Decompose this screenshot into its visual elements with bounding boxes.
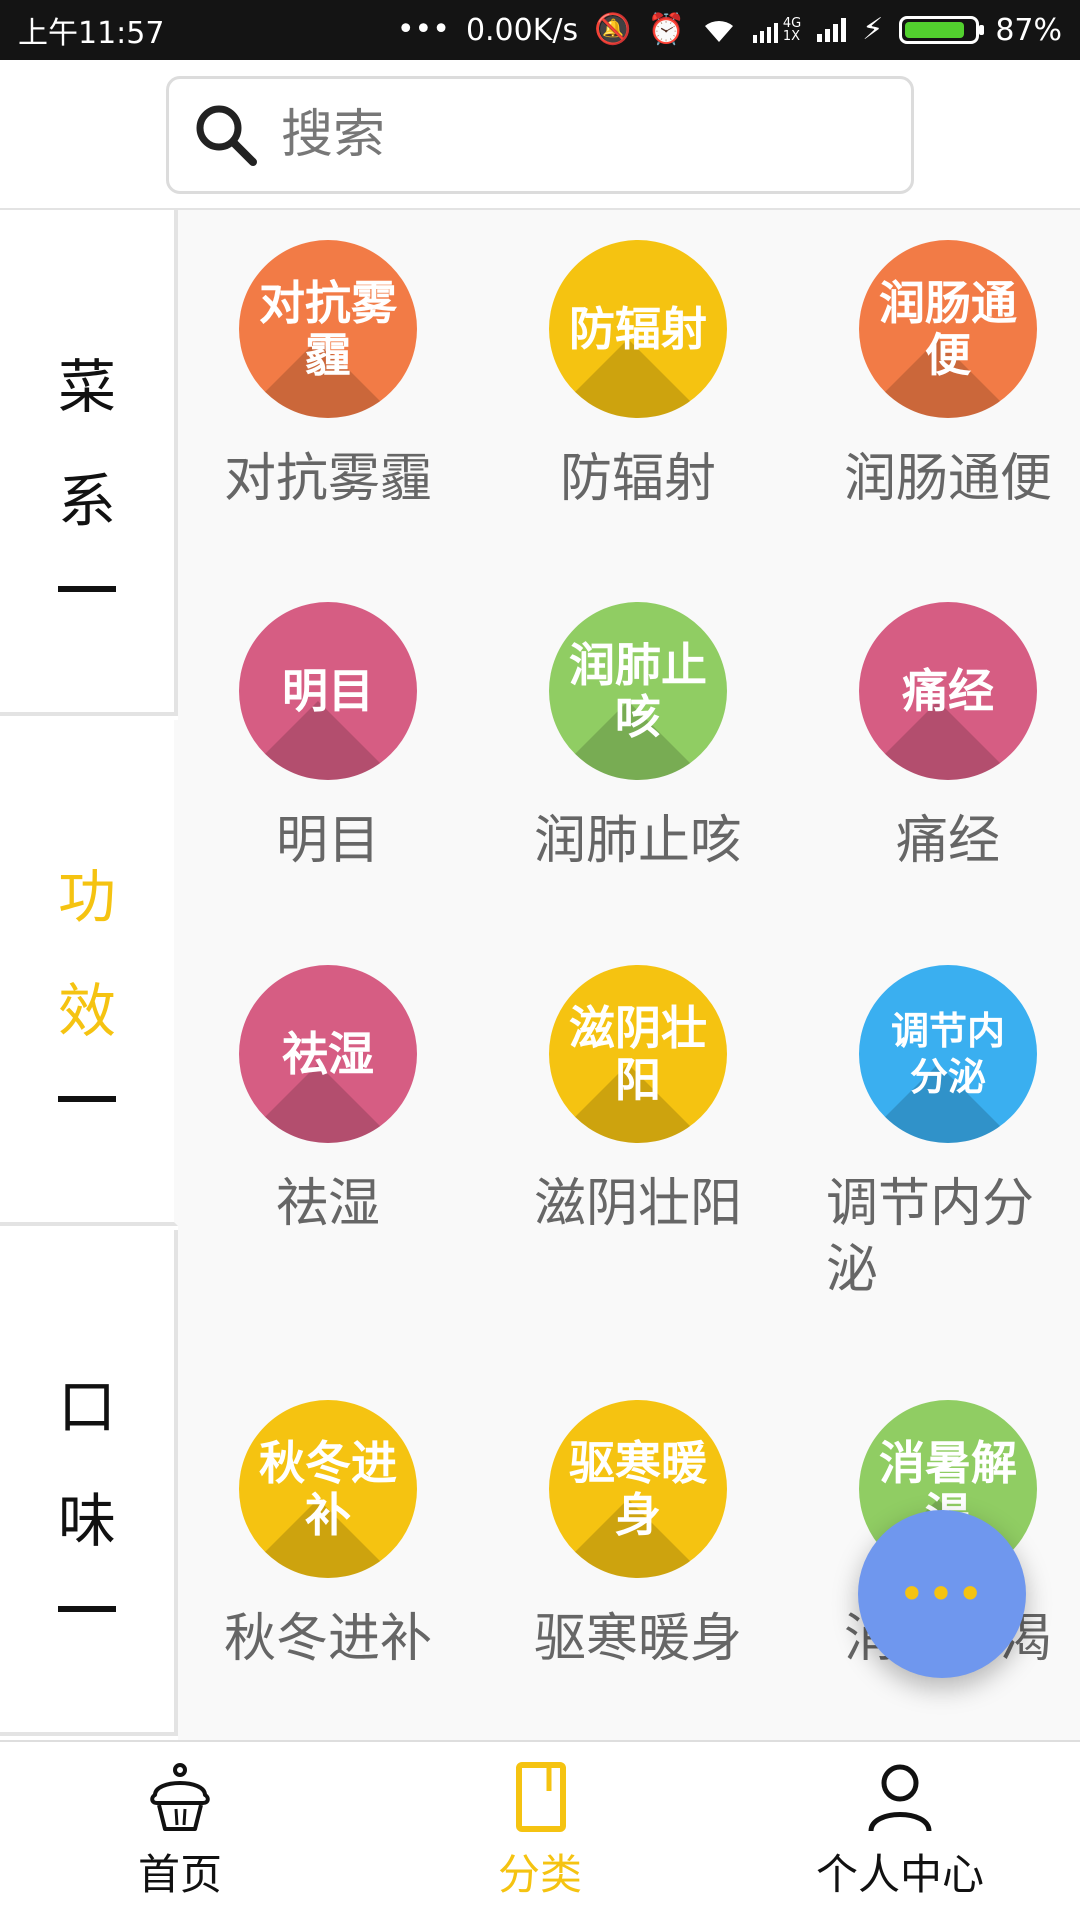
category-badge: 润肠通便 (859, 240, 1037, 418)
search-input[interactable] (279, 104, 843, 166)
nav-label: 个人中心 (815, 1849, 984, 1899)
sidebar-tab-efficacy[interactable]: 功 效 (0, 720, 178, 1226)
category-label: 润肠通便 (843, 449, 1052, 509)
badge-text: 祛湿 (282, 1027, 374, 1081)
grid-item[interactable]: 润肺止咳 润肺止咳 (488, 602, 788, 874)
badge-text: 滋阴壮阳 (569, 1001, 707, 1107)
category-badge: 滋阴壮阳 (549, 965, 727, 1143)
grid-item[interactable]: 祛湿 祛湿 (178, 965, 478, 1237)
category-badge: 防辐射 (549, 240, 727, 418)
grid-item[interactable]: 驱寒暖身 驱寒暖身 (488, 1400, 788, 1672)
category-badge: 秋冬进补 (239, 1400, 417, 1578)
status-bar: 上午11:57 ••• 0.00K/s 🔕 ⏰ 4G 1X ⚡ 87% (0, 0, 1080, 60)
badge-text: 明目 (282, 664, 374, 718)
signal-bars-icon (817, 18, 847, 42)
category-label: 对抗雾霾 (223, 449, 432, 509)
category-sidebar: 菜 系 功 效 口 味 (0, 210, 178, 1740)
category-badge: 对抗雾霾 (239, 240, 417, 418)
sidebar-tab-char: 味 (57, 1487, 116, 1555)
search-header (0, 60, 1080, 210)
sidebar-tab-char: 功 (57, 863, 116, 931)
battery-percent: 87% (995, 12, 1062, 48)
category-label: 明目 (275, 811, 380, 871)
category-label: 调节内分泌 (826, 1174, 1035, 1300)
category-label: 防辐射 (559, 449, 716, 509)
search-box[interactable] (166, 76, 914, 194)
more-fab-button[interactable]: ••• (858, 1510, 1026, 1678)
book-icon (516, 1761, 566, 1832)
grid-item[interactable]: 调节内分泌 调节内分泌 (798, 965, 1080, 1303)
user-icon (868, 1764, 932, 1832)
badge-text: 驱寒暖身 (569, 1436, 707, 1542)
sidebar-tab-char: 口 (57, 1373, 116, 1441)
grid-item[interactable]: 痛经 痛经 (798, 602, 1080, 874)
more-dots-icon: ••• (396, 12, 450, 47)
network-speed: 0.00K/s (465, 12, 579, 48)
sidebar-tab-dash (58, 1096, 116, 1102)
charging-icon: ⚡ (862, 12, 884, 47)
category-badge: 润肺止咳 (549, 602, 727, 780)
grid-item[interactable]: 秋冬进补 秋冬进补 (178, 1400, 478, 1672)
badge-text: 痛经 (902, 664, 994, 718)
badge-text: 防辐射 (569, 302, 707, 356)
status-icons: ••• 0.00K/s 🔕 ⏰ 4G 1X ⚡ 87% (397, 13, 1062, 48)
category-badge: 明目 (239, 602, 417, 780)
nav-profile[interactable]: 个人中心 (720, 1742, 1080, 1920)
status-time: 上午11:57 (18, 16, 165, 51)
category-label: 祛湿 (275, 1174, 380, 1234)
grid-item[interactable]: 明目 明目 (178, 602, 478, 874)
search-icon (196, 105, 257, 166)
sidebar-tab-flavor[interactable]: 口 味 (0, 1230, 178, 1736)
badge-text: 对抗雾霾 (259, 276, 397, 382)
category-badge: 调节内分泌 (859, 965, 1037, 1143)
badge-text: 调节内分泌 (890, 1008, 1005, 1099)
alarm-icon: ⏰ (647, 12, 685, 47)
grid-item[interactable]: 滋阴壮阳 滋阴壮阳 (488, 965, 788, 1237)
badge-text: 润肠通便 (879, 276, 1017, 382)
category-label: 驱寒暖身 (533, 1609, 742, 1669)
grid-item[interactable]: 对抗雾霾 对抗雾霾 (178, 240, 478, 512)
nav-label: 分类 (497, 1849, 582, 1899)
mute-icon: 🔕 (594, 12, 632, 47)
sidebar-tab-char: 效 (57, 977, 116, 1045)
category-badge: 驱寒暖身 (549, 1400, 727, 1578)
category-label: 痛经 (895, 811, 1000, 871)
sidebar-tab-cuisine[interactable]: 菜 系 (0, 210, 178, 716)
sidebar-tab-dash (58, 1606, 116, 1612)
category-badge: 痛经 (859, 602, 1037, 780)
sidebar-tab-char: 菜 (57, 353, 116, 421)
nav-category[interactable]: 分类 (360, 1742, 720, 1920)
sidebar-tab-char: 系 (57, 467, 116, 535)
nav-label: 首页 (137, 1849, 222, 1899)
category-badge: 祛湿 (239, 965, 417, 1143)
grid-item[interactable]: 防辐射 防辐射 (488, 240, 788, 512)
badge-text: 润肺止咳 (569, 638, 707, 744)
sidebar-tab-dash (58, 586, 116, 592)
category-label: 润肺止咳 (533, 811, 742, 871)
category-label: 秋冬进补 (223, 1609, 432, 1669)
bottom-nav: 首页 分类 个人中心 (0, 1740, 1080, 1920)
grid-item[interactable]: 润肠通便 润肠通便 (798, 240, 1080, 512)
badge-text: 秋冬进补 (259, 1436, 397, 1542)
wifi-icon (704, 20, 733, 42)
nav-home[interactable]: 首页 (0, 1742, 360, 1920)
network-sub: 1X (782, 29, 801, 44)
more-dots-icon: ••• (898, 1567, 986, 1621)
cupcake-icon (150, 1762, 210, 1831)
category-label: 滋阴壮阳 (533, 1174, 742, 1234)
signal-4g-icon: 4G 1X (752, 17, 801, 44)
battery-icon (899, 16, 985, 44)
